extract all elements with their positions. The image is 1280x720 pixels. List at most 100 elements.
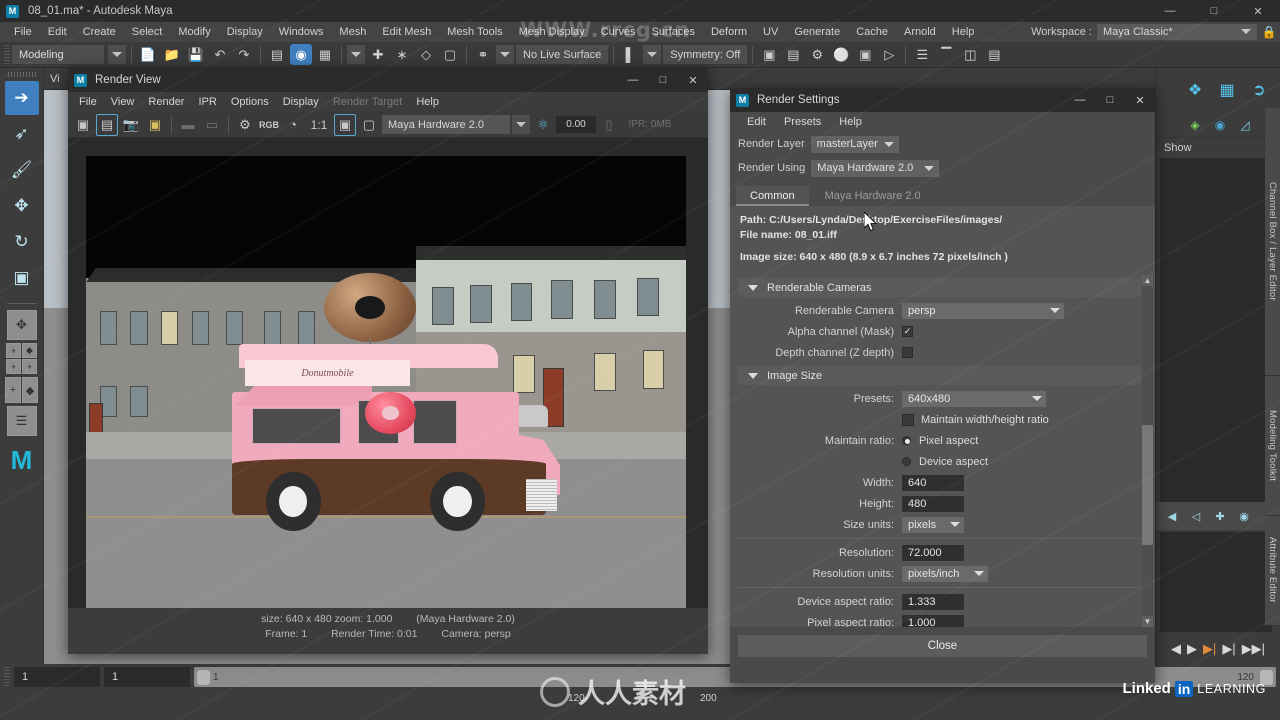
menuset-chevron-down-icon[interactable] — [108, 45, 126, 64]
timeline-ruler[interactable]: 120 200 — [0, 690, 1280, 718]
attribute-editor-panel-icon[interactable]: ◫ — [959, 44, 981, 65]
rv-menu-file[interactable]: File — [72, 92, 104, 112]
new-scene-icon[interactable]: 📄 — [137, 44, 159, 65]
layer-prev-icon[interactable]: ◀ — [1164, 508, 1180, 524]
rv-menu-ipr[interactable]: IPR — [191, 92, 223, 112]
move-tool[interactable]: ✥ — [5, 189, 39, 223]
rs-maximize-button[interactable]: □ — [1095, 88, 1125, 112]
scroll-up-arrow-icon[interactable]: ▲ — [1142, 275, 1153, 286]
workspace-select[interactable]: Maya Classic* — [1097, 24, 1257, 40]
timeline-grip[interactable] — [4, 667, 10, 687]
symmetry-axis-icon[interactable]: ▌ — [619, 44, 641, 65]
graph-editor-icon[interactable]: ▔ — [935, 44, 957, 65]
alpha-channel-icon[interactable]: ◔ — [282, 114, 304, 136]
live-chevron-down-icon[interactable] — [496, 45, 514, 64]
channel-box-icon[interactable]: ▦ — [1214, 77, 1240, 103]
render-current-frame-icon[interactable]: ▣ — [758, 44, 780, 65]
select-hierarchy-icon[interactable]: ▤ — [266, 44, 288, 65]
tab-modeling-toolkit[interactable]: Modeling Toolkit — [1265, 376, 1280, 516]
tab-maya-hardware[interactable]: Maya Hardware 2.0 — [810, 186, 935, 206]
presets-select[interactable]: 640x480 — [902, 390, 1046, 407]
maintain-width-height-checkbox[interactable] — [902, 413, 914, 426]
end-frame-icon[interactable]: ▶▶| — [1242, 641, 1265, 657]
resolution-units-select[interactable]: pixels/inch — [902, 565, 988, 582]
rv-menu-display[interactable]: Display — [276, 92, 326, 112]
keep-image-icon[interactable]: ▣ — [334, 113, 356, 136]
menu-mesh-tools[interactable]: Mesh Tools — [439, 22, 510, 42]
menu-mesh[interactable]: Mesh — [331, 22, 374, 42]
four-pane-layout[interactable]: + ◆ + + — [6, 343, 37, 374]
remove-image-icon[interactable]: ▢ — [358, 114, 380, 136]
size-units-select[interactable]: pixels — [902, 516, 964, 533]
magnet-icon[interactable]: ⚭ — [472, 44, 494, 65]
snap-chevron-down-icon[interactable] — [347, 45, 365, 64]
menu-deform[interactable]: Deform — [703, 22, 755, 42]
layer-new-icon[interactable]: ◉ — [1236, 508, 1252, 524]
live-surface-field[interactable]: No Live Surface — [516, 45, 609, 64]
redo-icon[interactable]: ↷ — [233, 44, 255, 65]
render-layer-select[interactable]: masterLayer — [810, 135, 899, 153]
zoom-one-to-one-label[interactable]: 1:1 — [306, 114, 332, 136]
step-forward-icon[interactable]: ▶| — [1222, 641, 1235, 657]
play-forward-icon[interactable]: ▶ — [1187, 641, 1197, 657]
rgb-channel-icon[interactable]: RGB — [258, 114, 280, 136]
menu-curves[interactable]: Curves — [593, 22, 644, 42]
pane-right[interactable]: ◆ — [22, 377, 38, 403]
menu-uv[interactable]: UV — [755, 22, 786, 42]
lock-icon[interactable]: 🔒 — [1262, 24, 1277, 40]
render-view-window[interactable]: M Render View — □ ✕ File View Render IPR… — [68, 68, 708, 654]
paint-select-tool[interactable]: 🖌 — [5, 153, 39, 187]
exposure-icon[interactable]: ⚛ — [532, 114, 554, 136]
attribute-editor-icon[interactable]: ➲ — [1246, 77, 1272, 103]
anim-start-field[interactable]: 1 — [104, 667, 190, 687]
menu-generate[interactable]: Generate — [786, 22, 848, 42]
close-button[interactable]: ✕ — [1236, 0, 1280, 22]
layer-next-icon[interactable]: ◁ — [1188, 508, 1204, 524]
single-pane-layout[interactable]: ✥ — [6, 310, 37, 340]
snapshot-camera-icon[interactable]: 📷 — [120, 114, 142, 136]
menuset-select[interactable]: Modeling — [12, 45, 104, 64]
device-aspect-ratio-input[interactable]: 1.333 — [902, 593, 964, 610]
pane-tr[interactable]: ◆ — [22, 343, 37, 358]
range-left-handle[interactable] — [197, 669, 210, 685]
select-object-icon[interactable]: ◉ — [290, 44, 312, 65]
menu-surfaces[interactable]: Surfaces — [644, 22, 703, 42]
range-start-field[interactable]: 1 — [14, 667, 100, 687]
symmetry-field[interactable]: Symmetry: Off — [663, 45, 748, 64]
menu-display[interactable]: Display — [219, 22, 271, 42]
toolbar-grip[interactable] — [4, 44, 10, 65]
pixel-aspect-ratio-input[interactable]: 1.000 — [902, 614, 964, 627]
viewport-tab-label[interactable]: Vi — [50, 73, 60, 85]
lasso-select-tool[interactable]: ➶ — [5, 117, 39, 151]
rs-close-button[interactable]: ✕ — [1125, 88, 1155, 112]
toolbox-grip[interactable] — [7, 72, 36, 77]
rv-menu-render[interactable]: Render — [141, 92, 191, 112]
section-image-size[interactable]: Image Size — [738, 366, 1141, 385]
channel-box-list[interactable] — [1160, 158, 1272, 502]
menu-arnold[interactable]: Arnold — [896, 22, 944, 42]
minimize-button[interactable]: — — [1148, 0, 1192, 22]
menu-select[interactable]: Select — [124, 22, 171, 42]
render-region-icon[interactable]: ▣ — [72, 114, 94, 136]
pane-br[interactable]: + — [22, 359, 37, 374]
renderer-select[interactable]: Maya Hardware 2.0 — [382, 115, 510, 134]
ipr-render-icon[interactable]: ▤ — [782, 44, 804, 65]
scroll-down-arrow-icon[interactable]: ▼ — [1142, 616, 1153, 627]
render-sequence-icon[interactable]: ▷ — [878, 44, 900, 65]
render-layer-icon[interactable]: ◿ — [1236, 116, 1254, 134]
snap-grid-icon[interactable]: ✚ — [367, 44, 389, 65]
pixel-aspect-radio[interactable] — [902, 436, 911, 445]
alpha-channel-checkbox[interactable]: ✓ — [902, 326, 913, 337]
settings-scrollbar-thumb[interactable] — [1142, 425, 1153, 545]
tab-common[interactable]: Common — [736, 186, 809, 206]
ipr-render-icon[interactable]: ▣ — [144, 114, 166, 136]
outliner-persp-layout[interactable]: ☰ — [6, 406, 37, 436]
rv-menu-view[interactable]: View — [104, 92, 142, 112]
render-snapshot-icon[interactable]: ▤ — [96, 113, 118, 136]
width-input[interactable]: 640 — [902, 474, 964, 491]
save-scene-icon[interactable]: 💾 — [185, 44, 207, 65]
step-back-icon[interactable]: ◀ — [1171, 641, 1181, 657]
menu-edit[interactable]: Edit — [40, 22, 75, 42]
render-view-minimize-button[interactable]: — — [618, 68, 648, 92]
render-view-close-button[interactable]: ✕ — [678, 68, 708, 92]
